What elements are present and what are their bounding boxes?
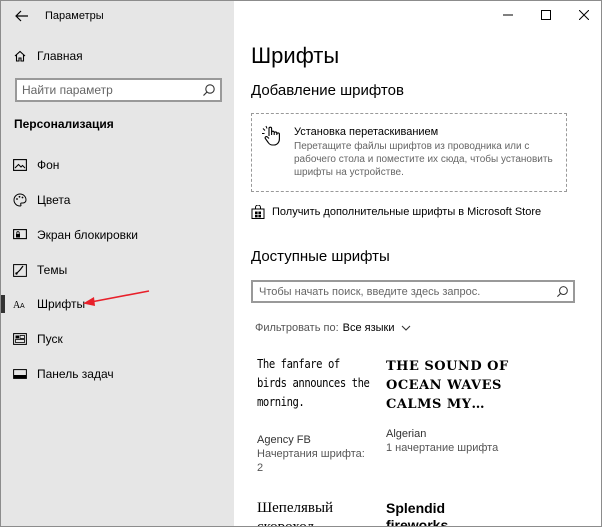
font-card-algerian[interactable]: THE SOUND OF OCEAN WAVES CALMS MY… Alger… bbox=[386, 357, 516, 455]
start-icon bbox=[13, 332, 27, 346]
annotation-arrow-icon bbox=[83, 290, 150, 306]
font-preview: Splendid fireworks bbox=[386, 500, 449, 527]
image-icon bbox=[13, 158, 27, 172]
drop-zone-description: Перетащите файлы шрифтов из проводника и… bbox=[294, 141, 553, 178]
brush-icon bbox=[13, 263, 27, 277]
font-name: Algerian bbox=[386, 428, 427, 440]
search-icon[interactable] bbox=[202, 83, 216, 97]
maximize-button[interactable] bbox=[527, 1, 565, 29]
window-controls bbox=[489, 1, 601, 31]
language-filter[interactable]: Фильтровать по: Все языки bbox=[255, 322, 411, 334]
sidebar-item-label: Фон bbox=[37, 158, 60, 172]
font-card-4[interactable]: Splendid fireworks bbox=[386, 500, 496, 527]
drop-zone-title: Установка перетаскиванием bbox=[294, 126, 439, 138]
font-search-input[interactable] bbox=[253, 282, 553, 301]
lock-screen-icon bbox=[13, 228, 27, 242]
filter-label: Фильтровать по: bbox=[255, 322, 339, 334]
store-bag-icon bbox=[251, 205, 265, 219]
close-button[interactable] bbox=[565, 1, 601, 29]
svg-text:A: A bbox=[20, 303, 25, 310]
settings-search-box bbox=[15, 78, 222, 102]
section-title: Персонализация bbox=[14, 117, 114, 131]
maximize-icon bbox=[541, 10, 551, 20]
sidebar-item-label: Экран блокировки bbox=[37, 228, 138, 242]
titlebar: Параметры bbox=[1, 1, 234, 31]
minimize-button[interactable] bbox=[489, 1, 527, 29]
sidebar: Параметры Главная Персонализация Фон Цве bbox=[1, 1, 234, 526]
font-card-3[interactable]: Шепелявый скорохол bbox=[257, 499, 367, 527]
taskbar-icon bbox=[13, 367, 27, 381]
main-content: Шрифты Добавление шрифтов Установка пере… bbox=[234, 1, 601, 527]
window-title: Параметры bbox=[45, 10, 104, 22]
sidebar-item-label: Темы bbox=[37, 263, 68, 277]
sidebar-item-label: Пуск bbox=[37, 332, 63, 346]
minimize-icon bbox=[503, 14, 513, 16]
back-arrow-icon bbox=[15, 10, 28, 22]
palette-icon bbox=[13, 193, 27, 207]
font-drop-zone[interactable]: Установка перетаскиванием Перетащите фай… bbox=[251, 113, 567, 192]
add-fonts-heading: Добавление шрифтов bbox=[251, 82, 404, 99]
available-fonts-heading: Доступные шрифты bbox=[251, 248, 390, 265]
sidebar-item-colors[interactable]: Цвета bbox=[1, 185, 234, 215]
chevron-down-icon bbox=[401, 325, 410, 331]
selection-indicator bbox=[1, 295, 5, 313]
hand-pointer-icon bbox=[262, 125, 280, 146]
font-search-box bbox=[251, 280, 575, 303]
sidebar-item-home[interactable]: Главная bbox=[1, 43, 234, 69]
home-icon bbox=[13, 49, 27, 63]
font-name: Agency FB bbox=[257, 434, 311, 446]
microsoft-store-link[interactable]: Получить дополнительные шрифты в Microso… bbox=[251, 204, 541, 220]
font-face-count: 1 начертание шрифта bbox=[386, 442, 499, 454]
sidebar-item-label: Главная bbox=[37, 49, 83, 63]
page-title: Шрифты bbox=[251, 43, 340, 68]
font-icon: AA bbox=[13, 297, 27, 311]
back-button[interactable] bbox=[13, 7, 31, 25]
settings-search-input[interactable] bbox=[17, 80, 197, 100]
sidebar-item-label: Панель задач bbox=[37, 367, 114, 381]
font-face-count: Начертания шрифта: 2 bbox=[257, 448, 365, 474]
sidebar-item-background[interactable]: Фон bbox=[1, 150, 234, 180]
store-link-text: Получить дополнительные шрифты в Microso… bbox=[272, 206, 542, 218]
sidebar-item-lock-screen[interactable]: Экран блокировки bbox=[1, 220, 234, 250]
sidebar-item-themes[interactable]: Темы bbox=[1, 255, 234, 285]
sidebar-item-taskbar[interactable]: Панель задач bbox=[1, 359, 234, 389]
search-icon[interactable] bbox=[556, 285, 569, 298]
font-preview: The fanfare of birds announces the morni… bbox=[257, 357, 370, 409]
font-card-agency-fb[interactable]: The fanfare of birds announces the morni… bbox=[257, 355, 377, 475]
settings-window: Параметры Главная Персонализация Фон Цве bbox=[0, 0, 602, 527]
font-preview: THE SOUND OF OCEAN WAVES CALMS MY… bbox=[386, 359, 509, 412]
filter-value: Все языки bbox=[342, 322, 395, 334]
sidebar-item-label: Шрифты bbox=[37, 297, 86, 311]
sidebar-item-start[interactable]: Пуск bbox=[1, 324, 234, 354]
sidebar-item-label: Цвета bbox=[37, 193, 71, 207]
close-icon bbox=[579, 10, 589, 20]
font-preview: Шепелявый скорохол bbox=[257, 500, 334, 527]
